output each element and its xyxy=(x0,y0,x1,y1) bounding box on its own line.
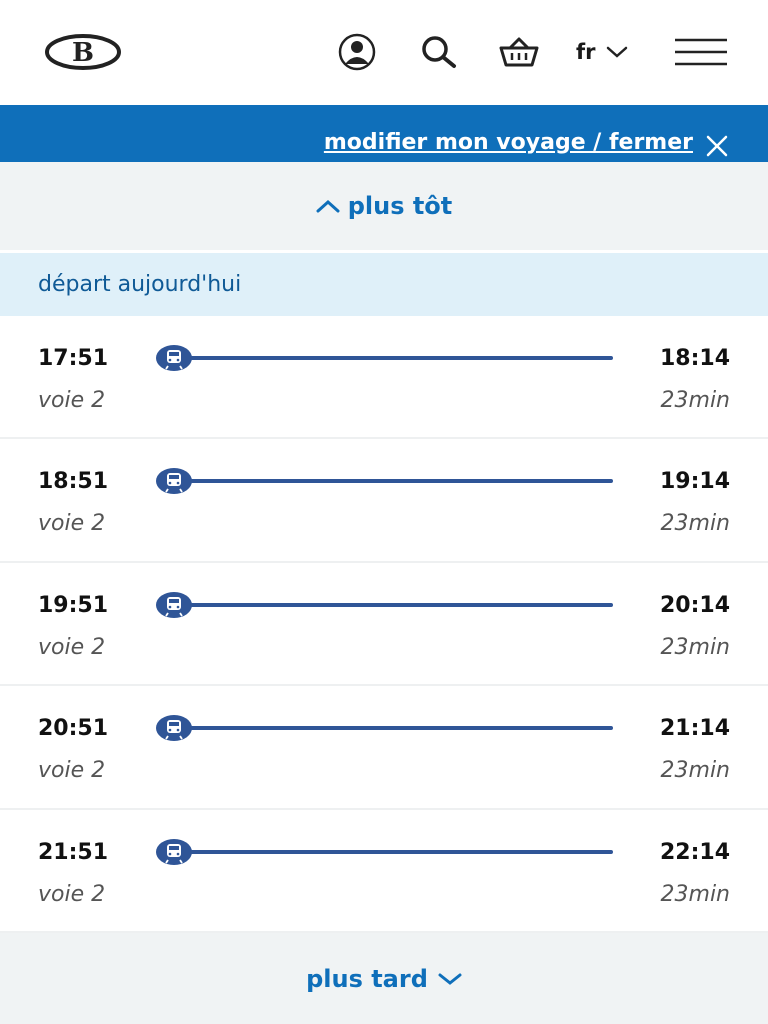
platform-label: voie 2 xyxy=(38,388,106,413)
train-icon xyxy=(156,468,192,495)
route-line xyxy=(190,726,613,731)
later-button[interactable]: plus tard xyxy=(306,965,462,993)
sncb-logo-icon[interactable]: B xyxy=(44,33,122,71)
trip-row[interactable]: 20:51 21:14 voie 2 23min xyxy=(0,686,768,810)
trip-list: 17:51 18:14 voie 2 23min 18:51 19:14 voi… xyxy=(0,316,768,933)
user-icon[interactable] xyxy=(333,33,381,71)
chevron-up-icon xyxy=(316,199,340,213)
chevron-down-icon xyxy=(606,46,627,58)
platform-label: voie 2 xyxy=(38,881,106,907)
chevron-down-icon xyxy=(438,973,462,985)
site-header: B fr xyxy=(0,0,768,105)
earlier-section: plus tôt xyxy=(0,162,768,250)
departure-time: 18:51 xyxy=(38,469,109,495)
hamburger-menu-icon[interactable] xyxy=(673,36,729,68)
departure-time: 19:51 xyxy=(38,592,109,618)
arrival-time: 19:14 xyxy=(659,469,730,495)
route-line xyxy=(190,356,613,360)
earlier-button[interactable]: plus tôt xyxy=(316,192,453,220)
close-icon[interactable] xyxy=(705,134,729,158)
later-section: plus tard xyxy=(0,933,768,1024)
route-line xyxy=(190,849,613,854)
arrival-time: 22:14 xyxy=(659,839,730,865)
trip-row[interactable]: 19:51 20:14 voie 2 23min xyxy=(0,562,768,687)
train-icon xyxy=(156,345,192,371)
train-icon xyxy=(156,591,192,618)
train-icon xyxy=(156,838,192,865)
trip-row[interactable]: 21:51 22:14 voie 2 23min xyxy=(0,809,768,933)
search-icon[interactable] xyxy=(418,34,462,70)
later-label: plus tard xyxy=(306,964,428,993)
route-line xyxy=(190,602,613,607)
trip-row[interactable]: 18:51 19:14 voie 2 23min xyxy=(0,439,768,563)
platform-label: voie 2 xyxy=(38,511,106,537)
arrival-time: 21:14 xyxy=(659,716,730,742)
platform-label: voie 2 xyxy=(38,634,106,660)
trip-row[interactable]: 17:51 18:14 voie 2 23min xyxy=(0,316,768,440)
language-label: fr xyxy=(576,40,596,64)
basket-icon[interactable] xyxy=(497,34,541,70)
route-line xyxy=(190,479,613,484)
arrival-time: 20:14 xyxy=(659,592,730,618)
modify-journey-link[interactable]: modifier mon voyage / fermer xyxy=(324,130,693,155)
day-header: départ aujourd'hui xyxy=(0,253,768,316)
arrival-time: 18:14 xyxy=(659,346,730,371)
earlier-label: plus tôt xyxy=(347,192,453,220)
duration-label: 23min xyxy=(660,634,730,660)
day-header-label: départ aujourd'hui xyxy=(38,272,242,297)
platform-label: voie 2 xyxy=(38,758,106,784)
svg-text:B: B xyxy=(72,38,94,68)
departure-time: 17:51 xyxy=(38,346,109,371)
duration-label: 23min xyxy=(660,511,730,537)
duration-label: 23min xyxy=(660,881,730,907)
departure-time: 21:51 xyxy=(38,839,109,865)
duration-label: 23min xyxy=(660,758,730,784)
duration-label: 23min xyxy=(660,388,730,413)
train-icon xyxy=(156,715,192,742)
language-selector[interactable]: fr xyxy=(576,34,628,70)
departure-time: 20:51 xyxy=(38,716,109,742)
